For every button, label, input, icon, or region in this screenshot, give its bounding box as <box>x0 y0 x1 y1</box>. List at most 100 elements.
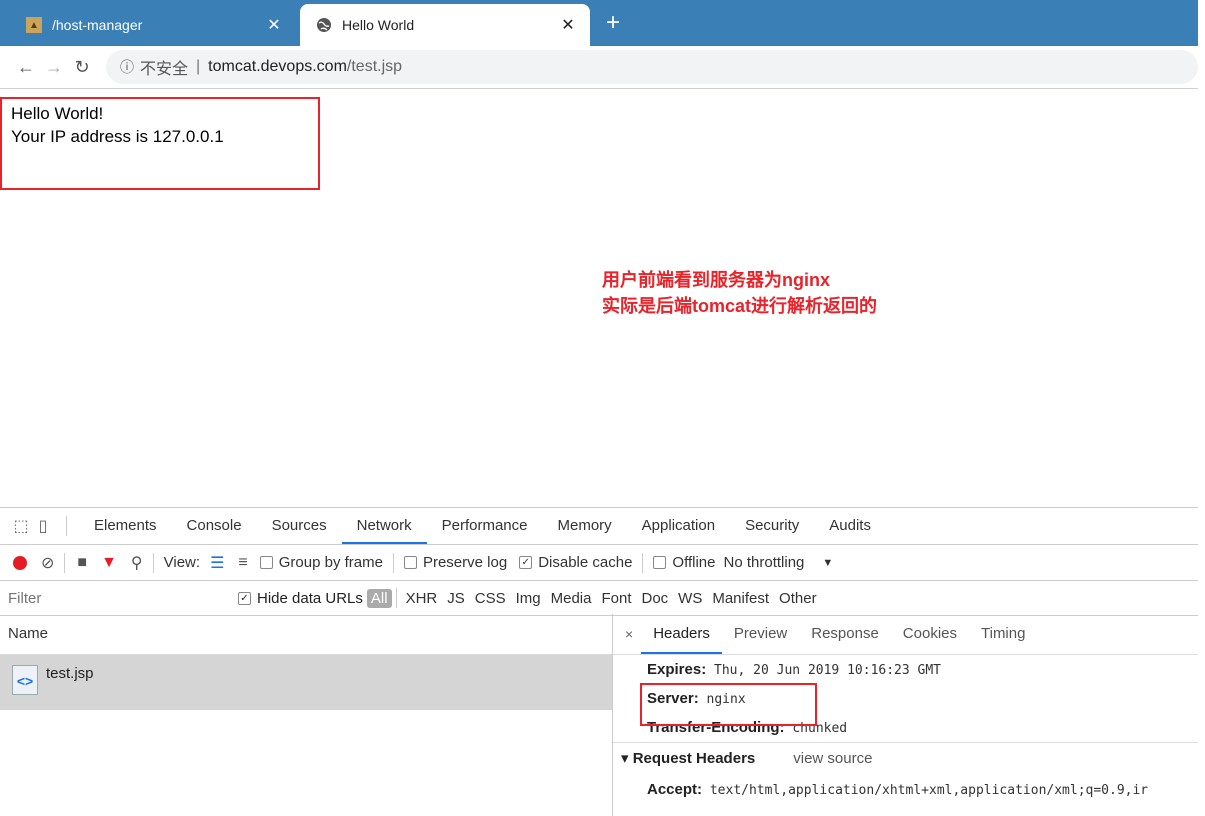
highlight-box-server <box>640 683 817 726</box>
disable-cache-checkbox[interactable]: ✓ <box>519 556 533 569</box>
tab-audits[interactable]: Audits <box>814 508 886 544</box>
header-expires: Expires: Thu, 20 Jun 2019 10:16:23 GMT <box>613 655 1198 684</box>
tab-host-manager[interactable]: ▲ /host-manager ✕ <box>0 4 296 46</box>
devtools-panel: ⬚ ▯ Elements Console Sources Network Per… <box>0 507 1198 816</box>
tab-preview[interactable]: Preview <box>722 614 799 654</box>
preserve-log-checkbox[interactable] <box>403 556 417 569</box>
header-key: Expires: <box>647 661 707 678</box>
filter-type-other[interactable]: Other <box>774 590 822 607</box>
filter-input[interactable] <box>2 586 226 610</box>
tab-timing[interactable]: Timing <box>969 614 1037 654</box>
filter-type-css[interactable]: CSS <box>470 590 511 607</box>
tab-title: /host-manager <box>52 17 143 33</box>
section-title[interactable]: ▾ Request Headers <box>621 743 755 775</box>
info-icon[interactable]: ⓘ <box>120 57 134 77</box>
tab-security[interactable]: Security <box>730 508 814 544</box>
header-value: Thu, 20 Jun 2019 10:16:23 GMT <box>714 663 942 678</box>
filter-type-js[interactable]: JS <box>442 590 470 607</box>
offline-label: Offline <box>672 554 716 571</box>
view-source-link[interactable]: view source <box>793 743 872 775</box>
network-split-view: Name <> test.jsp × Headers Preview Respo… <box>0 614 1198 816</box>
screenshot-icon[interactable]: ■ <box>77 554 87 572</box>
address-separator: | <box>196 58 201 75</box>
preserve-log-label: Preserve log <box>422 554 508 571</box>
tab-network[interactable]: Network <box>341 508 427 544</box>
browser-toolbar: ← → ↻ ⓘ 不安全 | tomcat.devops.com /test.js… <box>0 46 1198 89</box>
filter-type-media[interactable]: Media <box>546 590 597 607</box>
network-toolbar: ⊘ ■ ▼ ⚲ View: ☰ ≡ Group by frame Preserv… <box>0 545 1198 581</box>
filter-type-all[interactable]: All <box>366 588 392 608</box>
tab-elements[interactable]: Elements <box>79 508 172 544</box>
tab-performance[interactable]: Performance <box>427 508 543 544</box>
tab-cookies[interactable]: Cookies <box>891 614 969 654</box>
request-headers-section[interactable]: ▾ Request Headers view source <box>613 742 1198 775</box>
filter-type-manifest[interactable]: Manifest <box>707 590 774 607</box>
chevron-down-icon[interactable]: ▼ <box>822 557 833 569</box>
url-host: tomcat.devops.com <box>208 58 347 75</box>
view-label: View: <box>163 554 201 571</box>
detail-tabs: × Headers Preview Response Cookies Timin… <box>613 614 1198 655</box>
address-bar[interactable]: ⓘ 不安全 | tomcat.devops.com /test.jsp <box>106 50 1198 84</box>
request-list: Name <> test.jsp <box>0 614 613 816</box>
name-column-header[interactable]: Name <box>0 614 612 655</box>
clear-icon[interactable]: ⊘ <box>41 553 54 573</box>
highlight-box-page <box>0 97 320 190</box>
header-accept: Accept: text/html,application/xhtml+xml,… <box>613 775 1198 804</box>
forward-arrow-icon[interactable]: → <box>40 57 68 78</box>
waterfall-view-icon[interactable]: ≡ <box>238 554 247 572</box>
divider <box>152 552 154 573</box>
new-tab-button[interactable]: + <box>606 8 620 38</box>
record-button[interactable] <box>13 555 27 570</box>
disable-cache-label: Disable cache <box>538 554 633 571</box>
header-key: Accept: <box>647 781 703 798</box>
table-row[interactable]: <> test.jsp <box>0 655 612 710</box>
filter-type-img[interactable]: Img <box>511 590 546 607</box>
group-by-frame-label: Group by frame <box>278 554 383 571</box>
tab-strip: ▲ /host-manager ✕ Hello World ✕ + <box>0 0 1198 46</box>
filter-type-font[interactable]: Font <box>596 590 636 607</box>
group-by-frame-checkbox[interactable] <box>259 556 273 569</box>
back-arrow-icon[interactable]: ← <box>12 57 40 78</box>
tab-response[interactable]: Response <box>799 614 891 654</box>
tab-headers[interactable]: Headers <box>641 614 722 654</box>
annotation-line-2: 实际是后端tomcat进行解析返回的 <box>602 296 878 316</box>
divider <box>392 552 394 573</box>
tab-title: Hello World <box>342 17 415 33</box>
not-secure-label: 不安全 <box>140 61 189 78</box>
hide-data-urls-label: Hide data URLs <box>257 589 363 607</box>
divider <box>642 552 644 573</box>
url-path: /test.jsp <box>346 58 403 75</box>
reload-icon[interactable]: ↻ <box>68 57 96 78</box>
filter-row: ✓ Hide data URLs All XHR JS CSS Img Medi… <box>0 581 1198 616</box>
annotation-line-1: 用户前端看到服务器为nginx <box>602 270 830 290</box>
filter-icon[interactable]: ▼ <box>101 554 117 572</box>
close-icon[interactable]: ✕ <box>556 15 580 35</box>
close-icon[interactable]: ✕ <box>262 15 286 35</box>
divider <box>64 552 66 573</box>
tab-memory[interactable]: Memory <box>543 508 627 544</box>
close-icon[interactable]: × <box>625 626 633 642</box>
tab-console[interactable]: Console <box>172 508 257 544</box>
tomcat-favicon-icon: ▲ <box>26 17 42 33</box>
filter-type-doc[interactable]: Doc <box>636 590 673 607</box>
throttling-select[interactable]: No throttling <box>724 554 805 571</box>
list-view-icon[interactable]: ☰ <box>210 553 224 573</box>
document-icon: <> <box>12 665 38 695</box>
offline-checkbox[interactable] <box>653 556 667 569</box>
filter-type-xhr[interactable]: XHR <box>401 590 443 607</box>
globe-icon <box>316 17 332 33</box>
divider <box>395 588 397 608</box>
annotation-text: 用户前端看到服务器为nginx 实际是后端tomcat进行解析返回的 <box>602 267 877 319</box>
tab-hello-world[interactable]: Hello World ✕ <box>300 4 590 46</box>
device-toolbar-icon[interactable]: ▯ <box>32 516 54 536</box>
hide-data-urls-checkbox[interactable]: ✓ <box>238 591 251 605</box>
search-icon[interactable]: ⚲ <box>131 553 143 573</box>
divider <box>66 516 67 536</box>
tab-sources[interactable]: Sources <box>257 508 342 544</box>
devtools-tabs: ⬚ ▯ Elements Console Sources Network Per… <box>0 508 1198 545</box>
filter-type-ws[interactable]: WS <box>673 590 707 607</box>
tab-application[interactable]: Application <box>627 508 730 544</box>
header-value: text/html,application/xhtml+xml,applicat… <box>709 783 1149 798</box>
inspect-element-icon[interactable]: ⬚ <box>10 516 32 536</box>
request-name: test.jsp <box>46 665 94 682</box>
